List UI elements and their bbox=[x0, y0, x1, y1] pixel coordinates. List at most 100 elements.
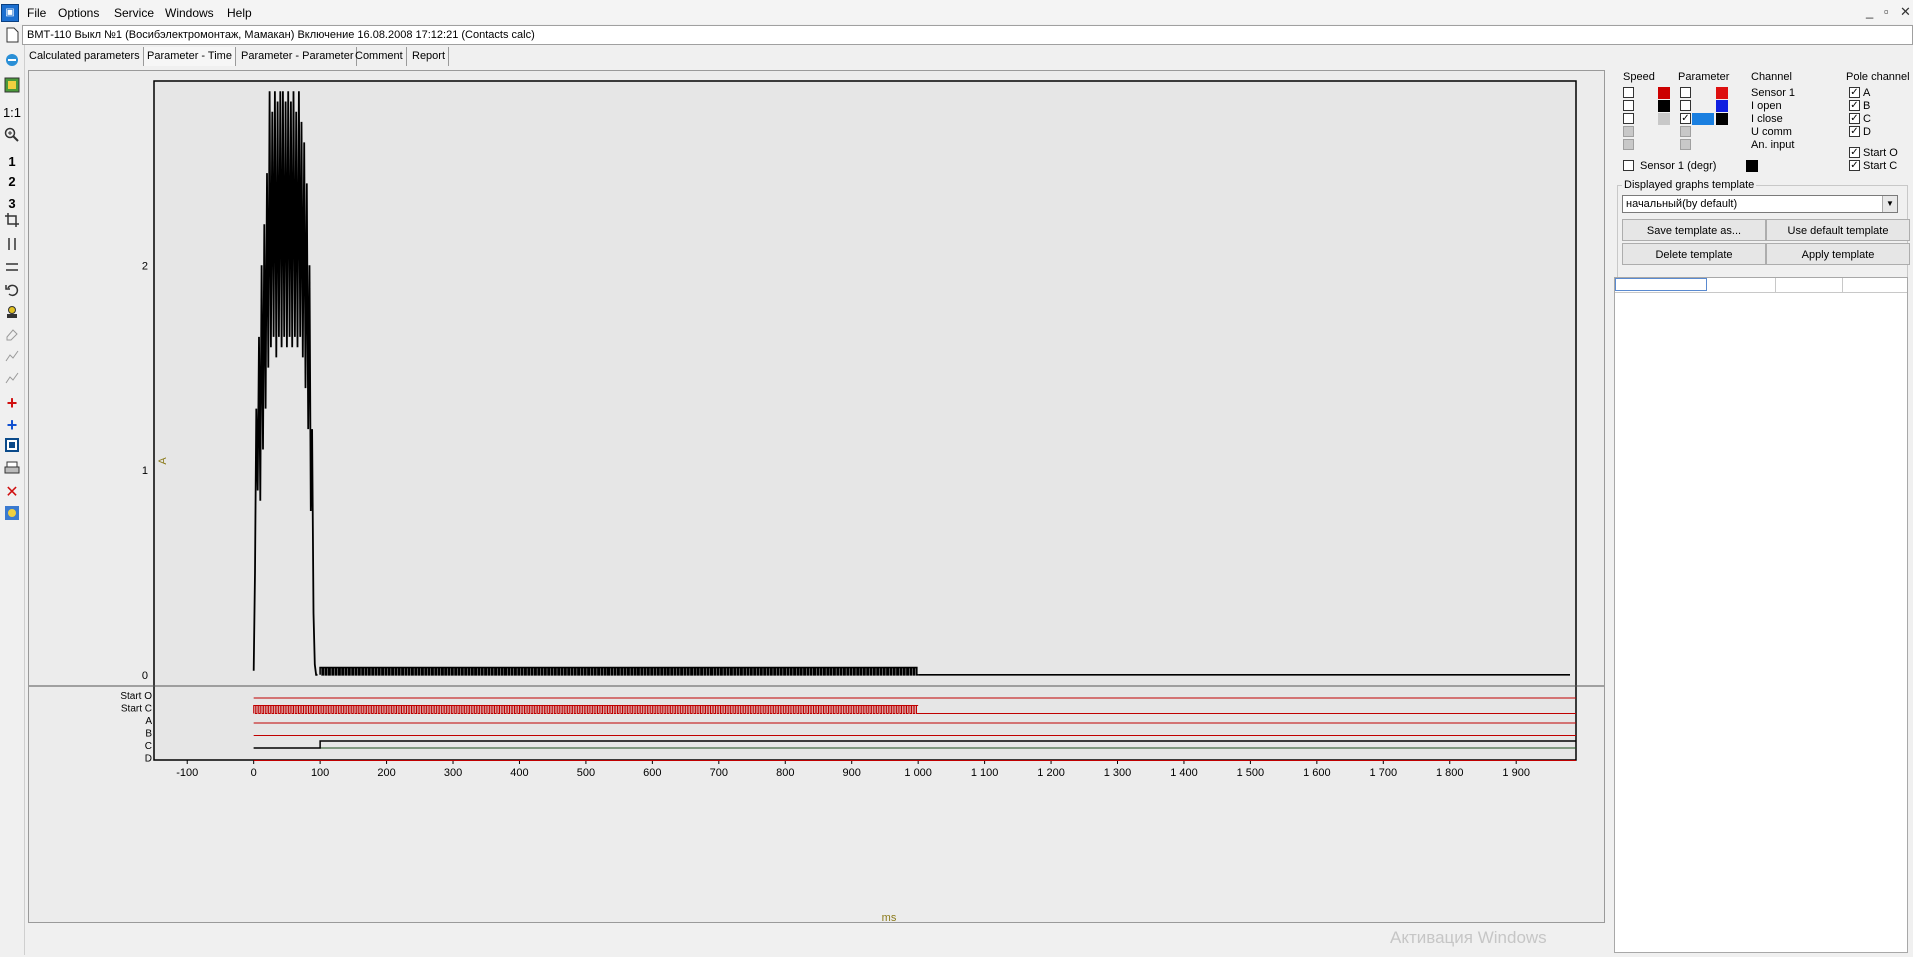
vertical-lines-icon[interactable] bbox=[2, 237, 22, 257]
x-tick-label: 400 bbox=[510, 767, 528, 779]
delete-icon[interactable]: ✕ bbox=[2, 483, 22, 503]
zoom-in-icon[interactable] bbox=[2, 127, 22, 147]
digital-channel-label: D bbox=[145, 754, 152, 765]
x-tick-label: 600 bbox=[643, 767, 661, 779]
chart-area[interactable]: 0 1 2 -100 0 100 200 300 400 500 600 700 800 900 1 00… bbox=[28, 70, 1605, 924]
parameter-color-i-close[interactable] bbox=[1692, 113, 1714, 125]
y-tick-labels: 0 1 2 bbox=[142, 260, 148, 681]
speed-checkbox-sensor1[interactable] bbox=[1623, 87, 1634, 98]
parameter-checkbox-i-open[interactable] bbox=[1680, 100, 1691, 111]
channel-sensor1: Sensor 1 bbox=[1751, 87, 1796, 99]
save-template-button[interactable]: Save template as... bbox=[1622, 219, 1766, 241]
parameter-header: Parameter bbox=[1678, 71, 1730, 83]
parameter-checkbox-i-close[interactable]: ✓ bbox=[1680, 113, 1691, 124]
delete-template-button[interactable]: Delete template bbox=[1622, 243, 1766, 265]
frame-icon[interactable] bbox=[2, 438, 22, 458]
start-c-label: Start C bbox=[1863, 160, 1898, 172]
parameter-time-chart[interactable]: 0 1 2 -100 0 100 200 300 400 500 600 700 800 900 1 00… bbox=[29, 71, 1604, 924]
menu-file[interactable]: File bbox=[27, 6, 46, 20]
use-default-template-button[interactable]: Use default template bbox=[1766, 219, 1910, 241]
tab-comment[interactable]: Comment bbox=[352, 47, 407, 66]
speed-color-i-close[interactable] bbox=[1658, 113, 1670, 125]
channel-an-input: An. input bbox=[1751, 139, 1795, 151]
undo-icon[interactable] bbox=[2, 283, 22, 303]
speed-checkbox-i-open[interactable] bbox=[1623, 100, 1634, 111]
blue-cursor-icon[interactable]: + bbox=[2, 415, 22, 435]
eraser-icon bbox=[2, 327, 22, 347]
parameter-color-i-open[interactable] bbox=[1716, 100, 1728, 112]
pole-checkbox-d[interactable]: ✓ bbox=[1849, 126, 1860, 137]
digital-channel-label: Start C bbox=[121, 704, 152, 715]
layout-3-icon[interactable]: 3 bbox=[2, 194, 22, 214]
crop-icon[interactable] bbox=[2, 213, 22, 233]
start-o-checkbox[interactable]: ✓ bbox=[1849, 147, 1860, 158]
speed-color-sensor1[interactable] bbox=[1658, 87, 1670, 99]
digital-channel-label: B bbox=[145, 729, 152, 740]
chevron-down-icon[interactable]: ▼ bbox=[1882, 196, 1897, 212]
right-panel: Speed Parameter Channel Pole channel Sen… bbox=[1612, 68, 1913, 955]
stamp-icon[interactable] bbox=[2, 305, 22, 325]
layout-1-icon[interactable]: 1 bbox=[2, 152, 22, 172]
speed-color-i-open[interactable] bbox=[1658, 100, 1670, 112]
pole-checkbox-c[interactable]: ✓ bbox=[1849, 113, 1860, 124]
x-tick-labels: -100 0 100 200 300 400 500 600 700 800 900 1 000 1 1… bbox=[176, 767, 1530, 779]
results-grid-selected-cell[interactable] bbox=[1615, 278, 1707, 291]
menu-service[interactable]: Service bbox=[114, 6, 154, 20]
y-axis-label: A bbox=[157, 457, 169, 465]
menu-help[interactable]: Help bbox=[227, 6, 252, 20]
apply-template-button[interactable]: Apply template bbox=[1766, 243, 1910, 265]
digital-channel-label: C bbox=[145, 741, 152, 752]
pole-checkbox-b[interactable]: ✓ bbox=[1849, 100, 1860, 111]
curve-edit-icon bbox=[2, 349, 22, 369]
pole-checkbox-a[interactable]: ✓ bbox=[1849, 87, 1860, 98]
windows-activation-watermark: Активация Windows bbox=[1390, 928, 1547, 947]
parameter-color-sensor1[interactable] bbox=[1716, 87, 1728, 99]
template-select[interactable]: начальный(by default) ▼ bbox=[1622, 195, 1898, 213]
pole-label-b: B bbox=[1863, 100, 1871, 112]
results-grid[interactable] bbox=[1614, 277, 1908, 953]
digital-channel-label: Start O bbox=[120, 691, 152, 702]
menu-windows[interactable]: Windows bbox=[165, 6, 214, 20]
settings-icon[interactable] bbox=[2, 505, 22, 525]
tab-parameter-parameter[interactable]: Parameter - Parameter bbox=[238, 47, 358, 66]
speed-header: Speed bbox=[1623, 71, 1655, 83]
parameter-color-i-close-2[interactable] bbox=[1716, 113, 1728, 125]
layout-2-icon[interactable]: 2 bbox=[2, 172, 22, 192]
print-icon[interactable] bbox=[2, 461, 22, 481]
speed-checkbox-u-comm bbox=[1623, 126, 1634, 137]
app-icon[interactable]: ▣ bbox=[1, 4, 19, 22]
ripple-line bbox=[319, 666, 919, 676]
pole-channel-header: Pole channel bbox=[1846, 71, 1910, 83]
chart-image-icon[interactable] bbox=[2, 77, 22, 97]
pole-label-c: C bbox=[1863, 113, 1871, 125]
tab-report[interactable]: Report bbox=[409, 47, 450, 66]
zoom-1-1-icon[interactable]: 1:1 bbox=[2, 103, 22, 123]
start-c-checkbox[interactable]: ✓ bbox=[1849, 160, 1860, 171]
x-tick-label: 1 900 bbox=[1502, 767, 1530, 779]
results-grid-col-divider bbox=[1842, 278, 1843, 292]
pole-label-a: A bbox=[1863, 87, 1871, 99]
y-tick-label: 0 bbox=[142, 670, 148, 682]
parameter-checkbox-an-input bbox=[1680, 139, 1691, 150]
x-axis-label: ms bbox=[882, 912, 897, 922]
x-tick-label: 500 bbox=[577, 767, 595, 779]
minimize-button[interactable]: _ bbox=[1866, 4, 1873, 19]
new-document-icon[interactable] bbox=[2, 27, 22, 47]
close-button[interactable]: ✕ bbox=[1900, 4, 1911, 20]
red-cursor-icon[interactable]: + bbox=[2, 393, 22, 413]
speed-checkbox-i-close[interactable] bbox=[1623, 113, 1634, 124]
restore-button[interactable]: ▫ bbox=[1884, 4, 1889, 19]
tab-calculated-parameters[interactable]: Calculated parameters bbox=[26, 47, 144, 66]
sensor-degree-color[interactable] bbox=[1746, 160, 1758, 172]
open-icon[interactable] bbox=[2, 52, 22, 72]
parameter-checkbox-sensor1[interactable] bbox=[1680, 87, 1691, 98]
start-o-label: Start O bbox=[1863, 147, 1898, 159]
horizontal-lines-icon[interactable] bbox=[2, 260, 22, 280]
y-tick-label: 1 bbox=[142, 465, 148, 477]
tab-parameter-time[interactable]: Parameter - Time bbox=[144, 47, 236, 66]
menu-options[interactable]: Options bbox=[58, 6, 99, 20]
x-tick-label: 100 bbox=[311, 767, 329, 779]
sensor-degree-checkbox[interactable] bbox=[1623, 160, 1634, 171]
menu-bar: ▣ File Options Service Windows Help _ ▫ … bbox=[0, 0, 1913, 24]
x-tick-label: 700 bbox=[710, 767, 728, 779]
